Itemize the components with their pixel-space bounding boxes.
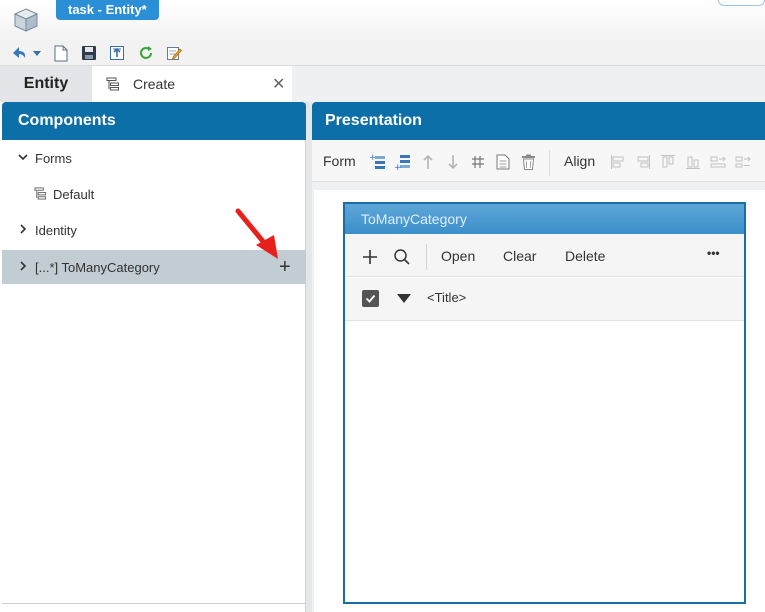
toolbar-separator	[426, 244, 427, 270]
tree-item-label: [...*] ToManyCategory	[35, 259, 160, 275]
search-icon[interactable]	[393, 248, 411, 266]
add-icon[interactable]	[361, 248, 379, 266]
presentation-panel-title: Presentation	[312, 102, 765, 140]
align-top-icon[interactable]	[659, 153, 677, 171]
tree-item-forms[interactable]: Forms	[2, 141, 306, 175]
document-title-tab[interactable]: task - Entity*	[56, 0, 159, 20]
tree-item-label: Forms	[35, 150, 72, 166]
move-down-icon[interactable]	[444, 153, 462, 171]
insert-above-icon[interactable]: +	[369, 153, 387, 171]
annotation-arrow-icon	[230, 205, 285, 265]
components-panel-title: Components	[2, 102, 306, 140]
toolbar-separator	[549, 150, 550, 176]
app-cube-icon	[12, 6, 40, 34]
form-group-label: Form	[323, 153, 356, 169]
chevron-down-icon[interactable]	[16, 151, 30, 166]
tree-item-label: Identity	[35, 222, 77, 238]
tab-create-label: Create	[133, 76, 176, 92]
chevron-right-icon[interactable]	[16, 260, 30, 275]
open-button[interactable]: Open	[441, 248, 475, 264]
delete-button[interactable]: Delete	[565, 248, 605, 264]
align-bottom-icon[interactable]	[684, 153, 702, 171]
form-tree-icon	[106, 77, 120, 91]
align-group-label: Align	[564, 153, 596, 169]
tab-create[interactable]	[92, 66, 292, 102]
distribute-vertical-icon[interactable]	[734, 153, 752, 171]
move-up-icon[interactable]	[419, 153, 437, 171]
delete-icon[interactable]	[519, 153, 537, 171]
form-tree-icon	[34, 187, 48, 201]
insert-below-icon[interactable]: +	[394, 153, 412, 171]
refresh-icon[interactable]	[137, 44, 155, 62]
chevron-down-icon[interactable]	[30, 44, 44, 62]
align-left-icon[interactable]	[609, 153, 627, 171]
clear-button[interactable]: Clear	[503, 248, 536, 264]
undo-icon[interactable]	[10, 44, 28, 62]
widget-title: ToManyCategory	[345, 204, 744, 234]
edit-icon[interactable]	[165, 44, 183, 62]
svg-text:+: +	[394, 163, 402, 171]
checkbox-icon[interactable]	[362, 290, 379, 307]
properties-icon[interactable]	[494, 153, 512, 171]
chevron-right-icon[interactable]	[16, 223, 30, 238]
app-window: task - Entity* Entity Create ✕ Component…	[0, 0, 765, 612]
panel-divider	[2, 603, 306, 604]
align-right-icon[interactable]	[634, 153, 652, 171]
grid-icon[interactable]	[469, 153, 487, 171]
tree-item-label: Default	[53, 186, 95, 202]
tab-entity[interactable]: Entity	[0, 66, 92, 102]
more-menu-icon[interactable]: •••	[707, 246, 720, 260]
window-control[interactable]	[718, 0, 765, 6]
close-icon[interactable]: ✕	[272, 74, 285, 94]
export-icon[interactable]	[108, 44, 126, 62]
sort-caret-icon[interactable]	[397, 294, 411, 303]
save-icon[interactable]	[80, 44, 98, 62]
distribute-horizontal-icon[interactable]	[709, 153, 727, 171]
column-title: <Title>	[427, 290, 467, 305]
new-document-icon[interactable]	[52, 44, 70, 62]
